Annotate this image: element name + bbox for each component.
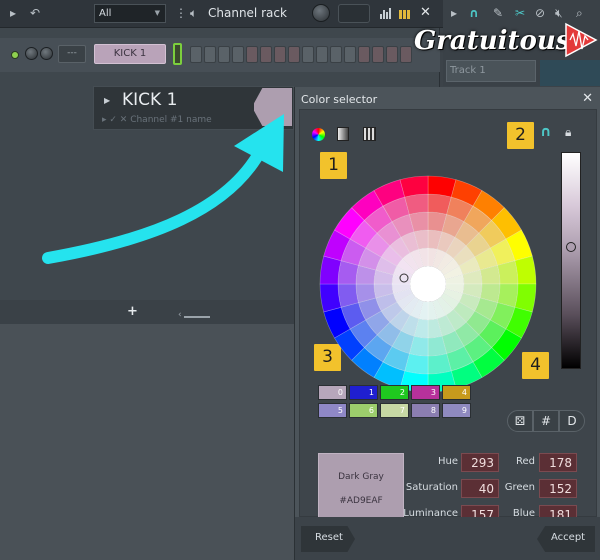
hue-value[interactable]: 293 — [461, 453, 499, 472]
palette-swatch[interactable]: 2 — [380, 385, 409, 400]
color-wheel-segment[interactable] — [427, 175, 457, 198]
palette-swatch[interactable]: 6 — [349, 403, 378, 418]
accept-button[interactable]: Accept — [537, 526, 595, 552]
palette-swatch[interactable]: 0 — [318, 385, 347, 400]
palette-swatch[interactable]: 3 — [411, 385, 440, 400]
red-label: Red — [516, 456, 535, 467]
lock-icon[interactable]: 🔒︎ — [565, 125, 571, 140]
logo-text: Gratuitous — [414, 26, 571, 56]
close-icon[interactable]: ✕ — [582, 91, 593, 106]
saturation-value[interactable]: 40 — [461, 479, 499, 498]
palette-swatch[interactable]: 1 — [349, 385, 378, 400]
color-selector-window: Color selector ✕ ∩ 🔒︎ 1 2 3 4 01234 56789… — [294, 87, 600, 560]
hex-input-button[interactable]: # — [533, 410, 559, 432]
color-wheel-segment[interactable] — [319, 255, 342, 285]
palette-swatch[interactable]: 7 — [380, 403, 409, 418]
color-wheel-segment[interactable] — [319, 283, 342, 313]
reset-button[interactable]: Reset — [301, 526, 355, 552]
color-tools: ⚄ # D — [507, 410, 585, 432]
gratuitous-logo: Gratuitous — [414, 16, 600, 70]
color-palette: 01234 56789 — [318, 385, 471, 418]
palette-swatch[interactable]: 8 — [411, 403, 440, 418]
color-selector-footer: Reset Accept — [295, 517, 600, 560]
color-hex: #AD9EAF — [339, 496, 383, 506]
color-name: Dark Gray — [338, 472, 384, 482]
luminance-slider-handle[interactable] — [566, 242, 576, 252]
palette-swatch[interactable]: 5 — [318, 403, 347, 418]
luminance-slider[interactable] — [561, 152, 581, 369]
color-wheel-mode-icon[interactable] — [312, 128, 325, 141]
random-color-button[interactable]: ⚄ — [507, 410, 533, 432]
color-wheel-segment[interactable] — [399, 175, 429, 198]
palette-swatch[interactable]: 4 — [442, 385, 471, 400]
saturation-label: Saturation — [405, 482, 458, 493]
magnet-icon[interactable]: ∩ — [540, 124, 551, 140]
color-wheel-segment[interactable] — [514, 255, 537, 285]
green-value[interactable]: 152 — [539, 479, 577, 498]
grid-mode-icon[interactable] — [363, 127, 376, 141]
default-color-button[interactable]: D — [559, 410, 585, 432]
color-selector-body: ∩ 🔒︎ 1 2 3 4 01234 56789 ⚄ # D Dark Gray … — [299, 109, 597, 524]
color-selector-title: Color selector — [301, 93, 378, 106]
red-value[interactable]: 178 — [539, 453, 577, 472]
hue-label: Hue — [437, 456, 458, 467]
color-wheel[interactable] — [318, 174, 538, 394]
play-logo-icon — [565, 22, 598, 58]
color-wheel-segment[interactable] — [514, 283, 537, 313]
palette-swatch[interactable]: 9 — [442, 403, 471, 418]
green-label: Green — [504, 482, 535, 493]
current-color-preview: Dark Gray #AD9EAF — [318, 453, 404, 523]
gradient-mode-icon[interactable] — [337, 127, 349, 141]
annotation-badge-2: 2 — [507, 122, 534, 149]
color-wheel-center[interactable] — [410, 266, 446, 302]
